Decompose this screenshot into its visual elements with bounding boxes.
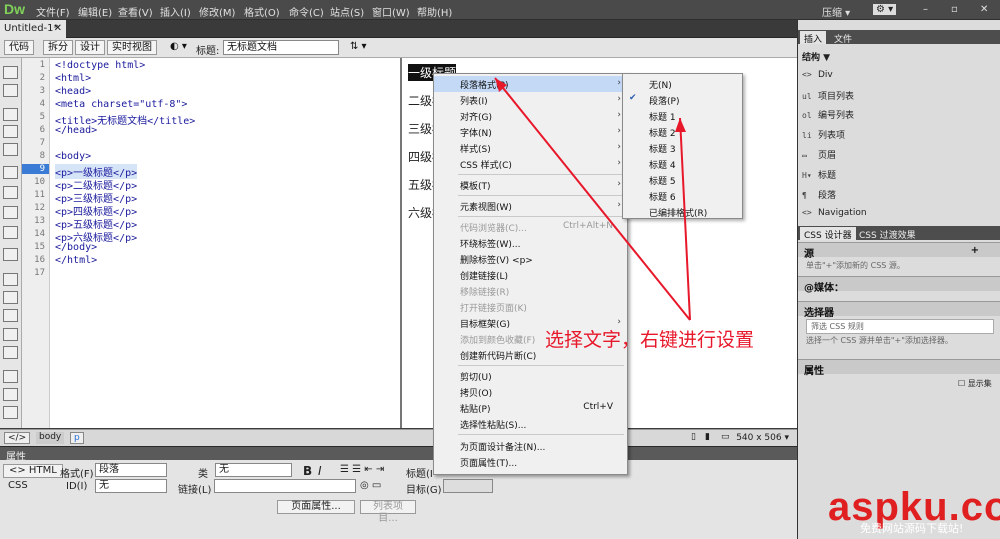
arrow-head: [675, 118, 686, 132]
arrow-line-to-heading-1: [679, 117, 691, 321]
watermark-subtitle: 免费网站源码下载站!: [860, 522, 964, 535]
arrow-line-to-paragraph-format: [494, 77, 691, 321]
annotation-arrows: [494, 77, 691, 321]
annotation-text: 选择文字，右键进行设置: [545, 329, 755, 351]
